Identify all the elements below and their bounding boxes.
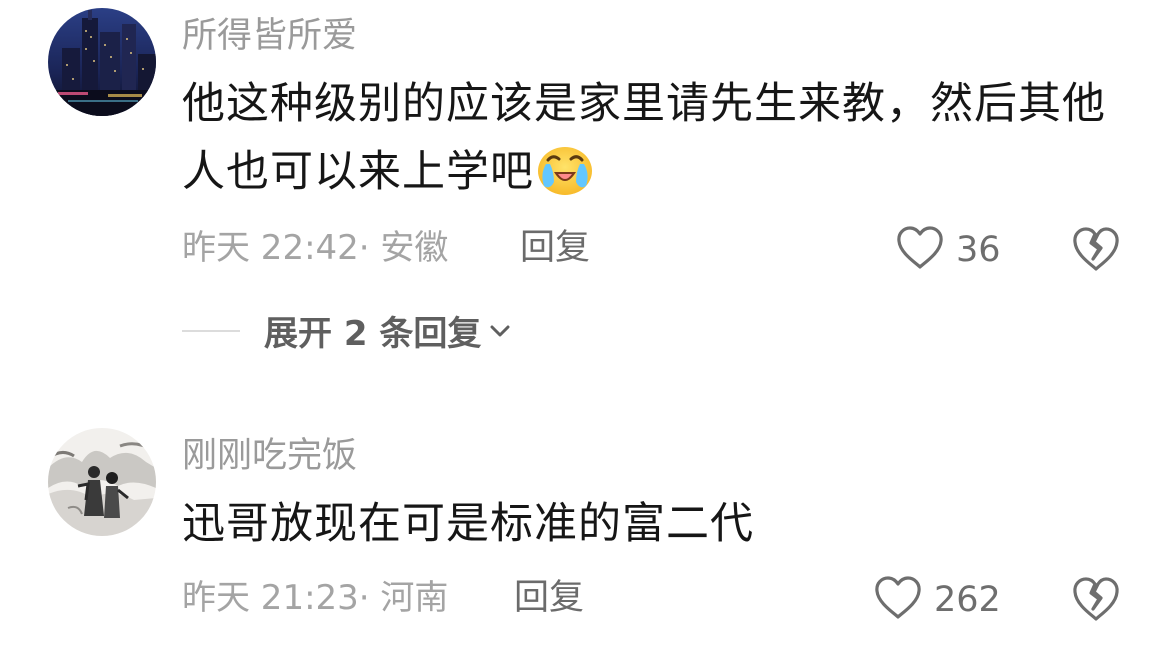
comment-item: 刚刚吃完饭 迅哥放现在可是标准的富二代 昨天 21:23· 河南 回复 262 — [0, 420, 1170, 646]
avatar-image — [48, 428, 156, 536]
comment-item: 所得皆所爱 他这种级别的应该是家里请先生来教，然后其他人也可以来上学吧 昨天 2… — [0, 0, 1170, 380]
avatar-image — [48, 8, 156, 116]
avatar[interactable] — [48, 428, 156, 536]
username[interactable]: 所得皆所爱 — [182, 14, 357, 58]
expand-replies-label: 展开 2 条回复 — [264, 314, 482, 354]
broken-heart-icon — [1072, 577, 1120, 626]
reply-button[interactable]: 回复 — [514, 576, 584, 620]
comment-text-body: 他这种级别的应该是家里请先生来教，然后其他人也可以来上学吧 — [182, 79, 1106, 197]
reply-button[interactable]: 回复 — [520, 226, 590, 270]
like-count: 36 — [956, 230, 1001, 270]
heart-outline-icon — [874, 576, 922, 624]
comment-meta: 昨天 22:42· 安徽 — [182, 228, 449, 268]
dislike-button[interactable] — [1072, 576, 1120, 626]
username[interactable]: 刚刚吃完饭 — [182, 434, 357, 478]
broken-heart-icon — [1072, 227, 1120, 276]
dislike-button[interactable] — [1072, 226, 1120, 276]
like-button[interactable]: 262 — [874, 576, 1001, 624]
comment-meta: 昨天 21:23· 河南 — [182, 578, 449, 618]
like-button[interactable]: 36 — [896, 226, 1001, 274]
expand-replies-row: 展开 2 条回复 — [182, 306, 513, 355]
comment-text: 迅哥放现在可是标准的富二代 — [182, 490, 1122, 558]
avatar[interactable] — [48, 8, 156, 116]
crying-laughing-emoji-icon — [536, 140, 594, 198]
comment-text: 他这种级别的应该是家里请先生来教，然后其他人也可以来上学吧 — [182, 70, 1122, 206]
divider-line — [182, 329, 240, 332]
comment-text-body: 迅哥放现在可是标准的富二代 — [182, 499, 754, 549]
like-count: 262 — [934, 580, 1001, 620]
expand-replies-button[interactable]: 展开 2 条回复 — [264, 306, 513, 355]
chevron-down-icon — [490, 325, 510, 336]
heart-outline-icon — [896, 226, 944, 274]
